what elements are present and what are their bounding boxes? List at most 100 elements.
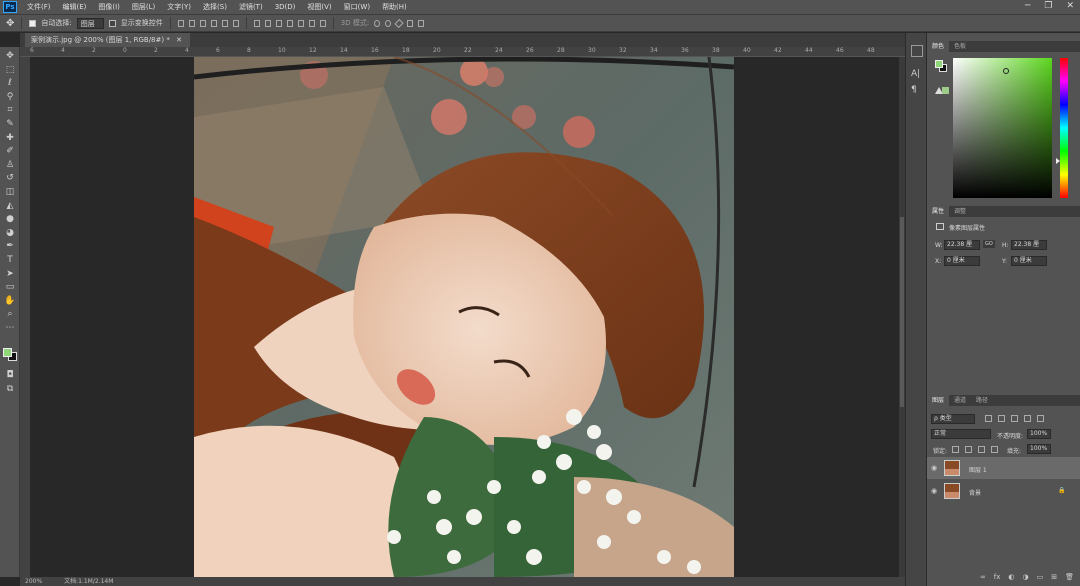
distribute-bottom-icon[interactable] [275, 19, 282, 27]
x-input[interactable]: 0 厘米 [944, 256, 980, 266]
menu-image[interactable]: 图像(I) [92, 2, 126, 12]
align-left-icon[interactable] [210, 19, 217, 27]
history-panel-icon[interactable] [911, 45, 923, 57]
distribute-right-icon[interactable] [308, 19, 315, 27]
lasso-tool-icon[interactable]: ℓ [3, 77, 17, 89]
new-layer-icon[interactable]: ⊞ [1051, 573, 1057, 584]
menu-layer[interactable]: 图层(L) [126, 2, 161, 12]
layer-name[interactable]: 图层 1 [969, 465, 987, 474]
move-tool-icon[interactable]: ✥ [3, 50, 17, 62]
character-panel-icon[interactable]: A| [911, 69, 920, 79]
web-safe-swatch[interactable] [942, 87, 949, 94]
lock-all-icon[interactable] [991, 446, 998, 453]
type-tool-icon[interactable]: T [3, 254, 17, 266]
align-bottom-icon[interactable] [199, 19, 206, 27]
zoom-tool-icon[interactable]: ⌕ [3, 308, 17, 320]
paint-bucket-tool-icon[interactable]: ◭ [3, 200, 17, 212]
3d-roll-icon[interactable] [385, 19, 392, 27]
opacity-input[interactable]: 100% [1027, 429, 1051, 439]
3d-drag-icon[interactable] [394, 18, 404, 28]
panel-fg-swatch[interactable] [935, 60, 943, 68]
tab-properties[interactable]: 属性 [927, 206, 950, 217]
y-input[interactable]: 0 厘米 [1011, 256, 1047, 266]
color-field[interactable] [953, 58, 1052, 198]
width-input[interactable]: 22.38 厘 [944, 240, 980, 250]
rectangle-tool-icon[interactable]: ▭ [3, 281, 17, 293]
menu-type[interactable]: 文字(Y) [161, 2, 197, 12]
restore-button[interactable]: ❐ [1044, 1, 1052, 11]
more-tools-icon[interactable]: ⋯ [3, 322, 17, 334]
layer-row-background[interactable]: ◉ 背景 🔒 [927, 480, 1080, 502]
menu-window[interactable]: 窗口(W) [338, 2, 376, 12]
hand-tool-icon[interactable]: ✋ [3, 295, 17, 307]
align-right-icon[interactable] [232, 19, 239, 27]
filter-shape-icon[interactable] [1024, 415, 1031, 422]
eraser-tool-icon[interactable]: ◫ [3, 186, 17, 198]
eyedropper-tool-icon[interactable]: ✎ [3, 118, 17, 130]
lock-transparency-icon[interactable] [952, 446, 959, 453]
layer-filter-dropdown[interactable]: ρ 类型 [931, 414, 975, 424]
document-tab[interactable]: 案例演示.jpg @ 200% (图层 1, RGB/8#) * ✕ [25, 33, 190, 47]
lock-pixels-icon[interactable] [965, 446, 972, 453]
tab-channels[interactable]: 通道 [949, 395, 971, 406]
tab-color[interactable]: 颜色 [927, 41, 950, 52]
layer-visibility-eye-icon[interactable]: ◉ [931, 464, 937, 472]
filter-smart-icon[interactable] [1037, 415, 1044, 422]
quick-select-tool-icon[interactable]: ⚲ [3, 91, 17, 103]
tab-adjustments[interactable]: 调整 [949, 206, 971, 217]
clone-stamp-tool-icon[interactable]: ♙ [3, 159, 17, 171]
history-brush-tool-icon[interactable]: ↺ [3, 172, 17, 184]
pen-tool-icon[interactable]: ✒ [3, 240, 17, 252]
adjustment-layer-icon[interactable]: ◑ [1023, 573, 1029, 584]
crop-tool-icon[interactable]: ⌗ [3, 104, 17, 116]
align-hcenter-icon[interactable] [221, 19, 228, 27]
filter-adjust-icon[interactable] [998, 415, 1005, 422]
scrollbar-thumb[interactable] [900, 217, 904, 407]
menu-3d[interactable]: 3D(D) [269, 3, 302, 11]
quick-mask-icon[interactable]: ◘ [3, 369, 17, 381]
distribute-top-icon[interactable] [253, 19, 260, 27]
add-mask-icon[interactable]: ◐ [1008, 573, 1014, 584]
tab-swatches[interactable]: 色板 [949, 41, 971, 52]
filter-type-icon[interactable] [1011, 415, 1018, 422]
minimize-button[interactable]: ─ [1025, 1, 1030, 11]
lock-position-icon[interactable] [978, 446, 985, 453]
document-size[interactable]: 文档:1.1M/2.14M [64, 578, 113, 585]
distribute-left-icon[interactable] [286, 19, 293, 27]
menu-file[interactable]: 文件(F) [21, 2, 57, 12]
hue-slider-arrow[interactable] [1056, 158, 1060, 164]
color-picker-ring[interactable] [1003, 68, 1009, 74]
foreground-color-swatch[interactable] [3, 348, 12, 357]
3d-rotate-icon[interactable] [374, 19, 381, 27]
layer-visibility-eye-icon[interactable]: ◉ [931, 487, 937, 495]
auto-align-icon[interactable] [319, 19, 326, 27]
layer-name[interactable]: 背景 [969, 488, 981, 497]
height-input[interactable]: 22.38 厘 [1011, 240, 1047, 250]
new-group-icon[interactable]: ▭ [1037, 573, 1044, 584]
3d-scale-icon[interactable] [418, 19, 425, 27]
auto-select-checkbox[interactable] [29, 19, 37, 27]
show-transform-checkbox[interactable] [108, 19, 116, 27]
fill-input[interactable]: 100% [1027, 444, 1051, 454]
document-tab-close-icon[interactable]: ✕ [176, 36, 182, 44]
align-top-icon[interactable] [177, 19, 184, 27]
document-photo[interactable] [194, 57, 734, 577]
dodge-tool-icon[interactable]: ◕ [3, 227, 17, 239]
path-select-tool-icon[interactable]: ➤ [3, 268, 17, 280]
hue-slider[interactable] [1060, 58, 1068, 198]
menu-help[interactable]: 帮助(H) [376, 2, 413, 12]
tab-layers[interactable]: 图层 [927, 395, 950, 406]
paragraph-panel-icon[interactable]: ¶ [911, 85, 917, 95]
menu-view[interactable]: 视图(V) [301, 2, 337, 12]
link-layers-icon[interactable]: ∞ [980, 573, 986, 584]
healing-brush-tool-icon[interactable]: ✚ [3, 132, 17, 144]
link-dimensions-button[interactable]: GO [983, 240, 995, 248]
add-style-icon[interactable]: fx [994, 573, 1001, 584]
menu-edit[interactable]: 编辑(E) [57, 2, 93, 12]
brush-tool-icon[interactable]: ✐ [3, 145, 17, 157]
auto-select-dropdown[interactable]: 图层 [76, 17, 104, 29]
blend-mode-dropdown[interactable]: 正常 [931, 429, 991, 439]
distribute-vcenter-icon[interactable] [264, 19, 271, 27]
tab-paths[interactable]: 路径 [971, 395, 993, 406]
align-vcenter-icon[interactable] [188, 19, 195, 27]
